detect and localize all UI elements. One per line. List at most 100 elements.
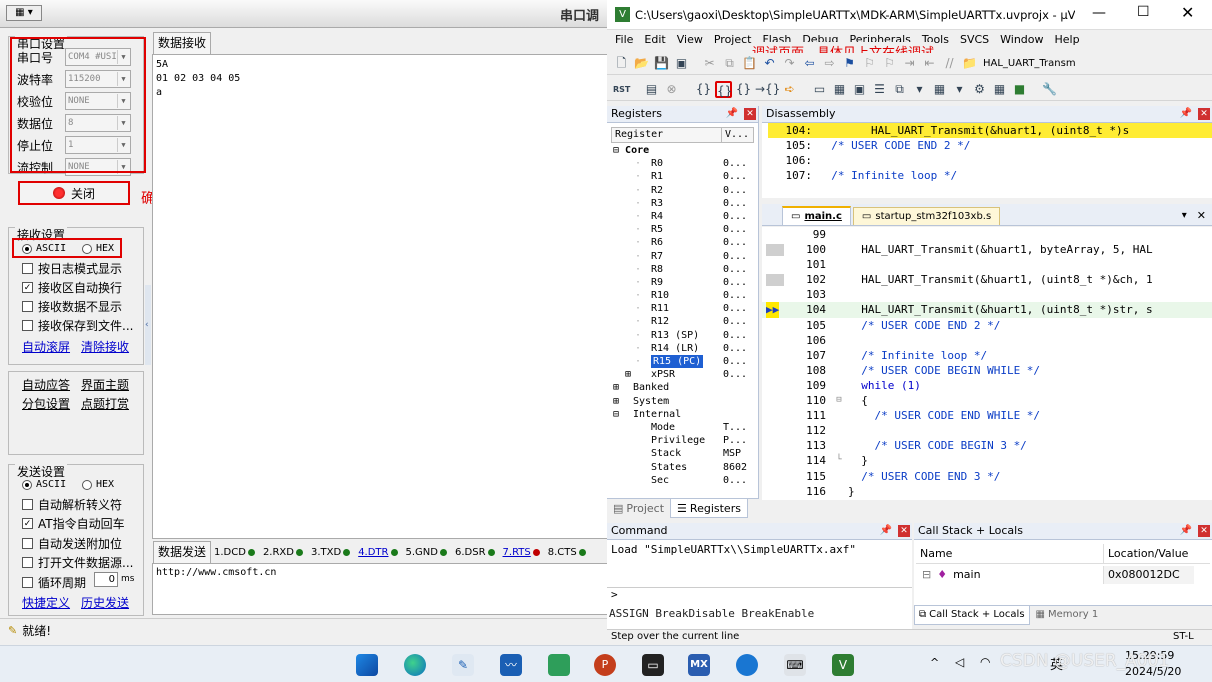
register-row[interactable]: · R4 0... — [613, 210, 758, 223]
registers-window-icon[interactable]: ☰ — [871, 81, 888, 98]
tab-memory[interactable]: ▦ Memory 1 — [1030, 606, 1105, 625]
checkbox-option[interactable]: ✓ AT指令自动回车 — [22, 516, 125, 532]
copy-icon[interactable]: ⧉ — [721, 55, 738, 72]
back-icon[interactable]: ⇦ — [801, 55, 818, 72]
checkbox-option[interactable]: ✓ 接收区自动换行 — [22, 279, 122, 295]
tab-startup[interactable]: ▭ startup_stm32f103xb.s — [852, 207, 1001, 225]
register-col-name[interactable]: Register — [612, 128, 722, 142]
recv-hex-radio[interactable]: HEX — [82, 243, 114, 254]
pen-app-icon[interactable]: ✎ — [452, 654, 474, 676]
register-row[interactable]: · R12 0... — [613, 315, 758, 328]
tab-project[interactable]: ▤ Project — [607, 499, 670, 518]
disasm-line[interactable]: 106: — [768, 153, 1212, 168]
code-line[interactable]: 111 /* USER CODE END WHILE */ — [762, 408, 1212, 423]
register-row[interactable]: · R5 0... — [613, 223, 758, 236]
register-row[interactable]: ⊞ xPSR 0... — [613, 368, 758, 381]
register-row[interactable]: · R2 0... — [613, 184, 758, 197]
auto-scroll-link[interactable]: 自动滚屏 — [22, 338, 70, 355]
checkbox-option[interactable]: 打开文件数据源... — [22, 555, 133, 571]
watch-window-icon[interactable]: ▾ — [911, 81, 928, 98]
tab-main-c[interactable]: ▭ main.c — [782, 206, 851, 225]
pin-icon[interactable]: 📌 — [880, 523, 892, 539]
register-group[interactable]: ⊞ System — [613, 395, 758, 408]
step-into-icon[interactable]: {} — [695, 81, 712, 98]
register-row[interactable]: · R11 0... — [613, 302, 758, 315]
recv-area[interactable]: 5A 01 02 03 04 05 a — [152, 54, 612, 539]
checkbox-option[interactable]: 自动发送附加位 — [22, 535, 122, 551]
trace-window-icon[interactable]: ▦ — [991, 81, 1008, 98]
camera-app-icon[interactable]: ▭ — [642, 654, 664, 676]
powerpoint-icon[interactable]: P — [594, 654, 616, 676]
tray-chevron-icon[interactable]: ^ — [930, 656, 939, 669]
code-line[interactable]: 105 /* USER CODE END 2 */ — [762, 318, 1212, 333]
signal-label[interactable]: 4.DTR — [358, 547, 388, 558]
open-folder-icon[interactable]: 📂 — [633, 55, 650, 72]
code-editor[interactable]: 99 100 HAL_UART_Transmit(&huart1, byteArr… — [762, 227, 1212, 500]
reset-icon[interactable]: RST — [613, 81, 630, 98]
callstack-row-main[interactable]: ⊟ ♦ main 0x080012DC — [916, 566, 1210, 584]
close-port-button[interactable]: 关闭 — [18, 181, 130, 205]
send-hex-radio[interactable]: HEX — [82, 479, 114, 490]
auto-reply-button[interactable]: 自动应答 — [22, 376, 70, 393]
maximize-icon[interactable]: ☐ — [1137, 4, 1150, 20]
forward-icon[interactable]: ⇨ — [821, 55, 838, 72]
pin-icon[interactable]: 📌 — [1180, 523, 1192, 539]
register-row[interactable]: · R14 (LR) 0... — [613, 342, 758, 355]
send-tab[interactable]: 数据发送 — [153, 541, 211, 563]
save-all-icon[interactable]: ▣ — [673, 55, 690, 72]
comment-icon[interactable]: // — [941, 55, 958, 72]
pin-icon[interactable]: 📌 — [726, 106, 738, 122]
run-icon[interactable]: ▤ — [643, 81, 660, 98]
command-window-icon[interactable]: ▭ — [811, 81, 828, 98]
register-row[interactable]: · R8 0... — [613, 263, 758, 276]
checkbox-option[interactable]: 循环周期 — [22, 574, 86, 590]
code-line[interactable]: ▶▶ 104 HAL_UART_Transmit(&huart1, (uint8_… — [762, 302, 1212, 318]
register-row[interactable]: · R15 (PC) 0... — [613, 355, 758, 369]
blue-app-icon[interactable] — [736, 654, 758, 676]
code-line[interactable]: 108 /* USER CODE BEGIN WHILE */ — [762, 363, 1212, 378]
undo-icon[interactable]: ↶ — [761, 55, 778, 72]
code-line[interactable]: 113 /* USER CODE BEGIN 3 */ — [762, 438, 1212, 453]
register-group[interactable]: ⊞ Banked — [613, 381, 758, 394]
internal-row[interactable]: Mode T... — [613, 421, 758, 434]
panel-close-icon[interactable]: ✕ — [744, 108, 756, 120]
menu-file[interactable]: File — [615, 33, 633, 49]
send-input[interactable]: http://www.cmsoft.cn — [152, 563, 612, 615]
paste-icon[interactable]: 📋 — [741, 55, 758, 72]
code-line[interactable]: 107 /* Infinite loop */ — [762, 348, 1212, 363]
volume-icon[interactable]: ◁ — [955, 655, 964, 669]
checkbox-option[interactable]: 接收数据不显示 — [22, 298, 122, 314]
internal-row[interactable]: Sec 0... — [613, 474, 758, 487]
collapse-handle[interactable]: ‹ — [145, 285, 151, 365]
code-line[interactable]: 114 └ } — [762, 453, 1212, 468]
panel-close-icon[interactable]: ✕ — [1198, 108, 1210, 120]
internal-row[interactable]: Privilege P... — [613, 434, 758, 447]
panel-close-icon[interactable]: ✕ — [1198, 525, 1210, 537]
clear-recv-link[interactable]: 清除接收 — [81, 338, 129, 355]
new-file-icon[interactable]: 🗋 — [613, 55, 630, 72]
step-out-icon[interactable]: {} — [735, 81, 752, 98]
disasm-line[interactable]: 104: HAL_UART_Transmit(&huart1, (uint8_t… — [768, 123, 1212, 138]
chart-app-icon[interactable]: 〰 — [500, 654, 522, 676]
disasm-line[interactable]: 105: /* USER CODE END 2 */ — [768, 138, 1212, 153]
code-line[interactable]: 115 /* USER CODE END 3 */ — [762, 469, 1212, 484]
internal-row[interactable]: States 8602 — [613, 461, 758, 474]
send-ascii-radio[interactable]: ASCII — [22, 479, 66, 490]
show-next-statement-icon[interactable]: ➪ — [781, 81, 798, 98]
register-row[interactable]: · R7 0... — [613, 250, 758, 263]
minimize-icon[interactable]: — — [1092, 5, 1106, 21]
serial-window-icon[interactable]: ▾ — [951, 81, 968, 98]
cs-col-name[interactable]: Name — [916, 544, 1104, 563]
system-viewer-icon[interactable]: ■ — [1011, 81, 1028, 98]
app-menu-button[interactable]: ▦ ▾ — [6, 5, 42, 21]
pin-icon[interactable]: 📌 — [1180, 106, 1192, 122]
tab-registers[interactable]: ☰ Registers — [670, 499, 748, 518]
signal-label[interactable]: 7.RTS — [503, 547, 531, 558]
panel-close-icon[interactable]: ✕ — [898, 525, 910, 537]
close-icon[interactable]: ✕ — [1181, 3, 1194, 22]
code-line[interactable]: 102 HAL_UART_Transmit(&huart1, (uint8_t … — [762, 272, 1212, 287]
code-line[interactable]: 101 — [762, 257, 1212, 272]
step-over-icon[interactable]: {} — [715, 81, 732, 98]
mx-app-icon[interactable]: MX — [688, 654, 710, 676]
bookmark-icon[interactable]: ⚑ — [841, 55, 858, 72]
